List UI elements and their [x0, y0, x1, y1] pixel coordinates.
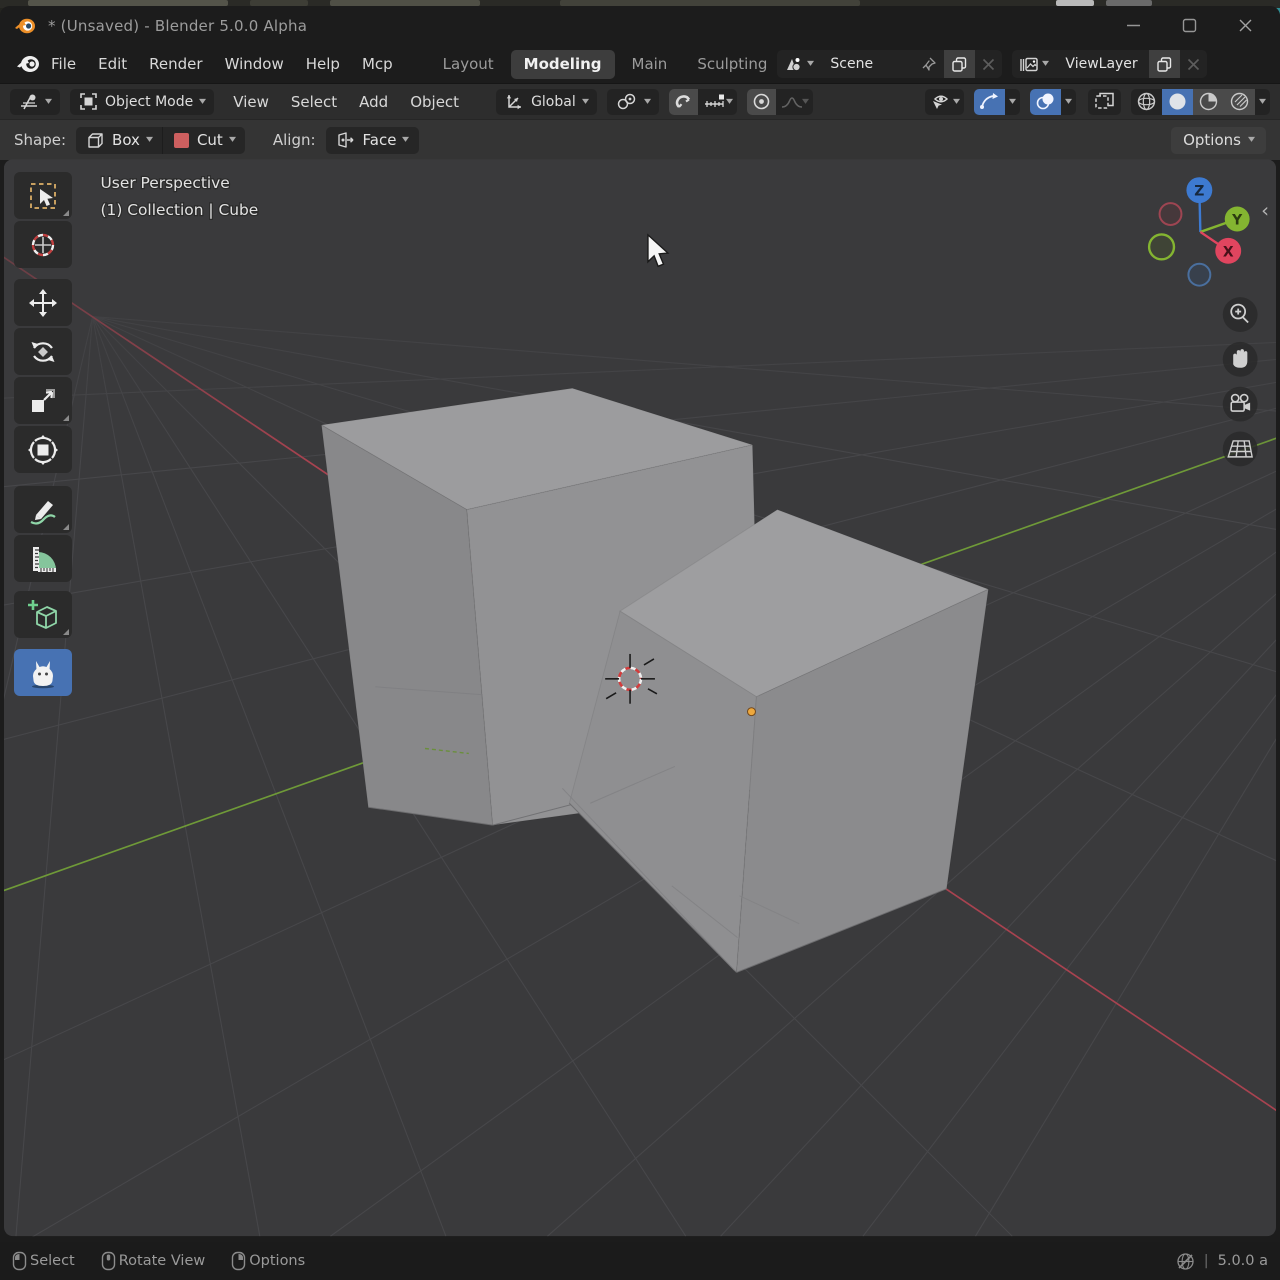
viewport-3d[interactable]: User Perspective (1) Collection | Cube Z…: [0, 6, 1280, 1280]
annotate-icon: [26, 493, 60, 527]
cat-tool-icon: [25, 655, 61, 691]
tool-cursor[interactable]: [14, 221, 72, 268]
tool-add-cube[interactable]: [14, 591, 72, 638]
tool-select-box[interactable]: [14, 172, 72, 219]
rotate-icon: [26, 335, 60, 369]
tool-annotate[interactable]: [14, 486, 72, 533]
gizmo-x-label: X: [1223, 244, 1234, 260]
tool-move[interactable]: [14, 279, 72, 326]
add-cube-icon: [25, 597, 61, 633]
perspective-toggle-button[interactable]: [1223, 431, 1258, 466]
camera-view-button[interactable]: [1223, 387, 1258, 422]
gizmo-z-label: Z: [1194, 184, 1204, 200]
view-name-overlay: User Perspective: [101, 174, 230, 192]
tool-measure[interactable]: [14, 535, 72, 582]
sidebar-collapse-chevron[interactable]: ‹: [1261, 199, 1269, 222]
tool-transform[interactable]: [14, 426, 72, 473]
tool-rotate[interactable]: [14, 328, 72, 375]
tool-active-cat[interactable]: [14, 649, 72, 696]
gizmo-z-neg-ball[interactable]: [1188, 264, 1210, 286]
cursor-tool-icon: [26, 228, 60, 262]
scale-icon: [26, 384, 60, 418]
gizmo-y-neg-ball[interactable]: [1149, 234, 1174, 259]
move-icon: [26, 286, 60, 320]
active-object-overlay: (1) Collection | Cube: [101, 201, 259, 219]
zoom-button[interactable]: [1223, 297, 1258, 332]
blender-window: * (Unsaved) - Blender 5.0.0 Alpha File E…: [0, 6, 1280, 1280]
gizmo-y-label: Y: [1231, 212, 1243, 228]
object-origin-dot[interactable]: [747, 708, 755, 716]
transform-icon: [26, 433, 60, 467]
tool-scale[interactable]: [14, 377, 72, 424]
measure-icon: [26, 542, 60, 576]
gizmo-x-neg-ball[interactable]: [1160, 203, 1182, 225]
